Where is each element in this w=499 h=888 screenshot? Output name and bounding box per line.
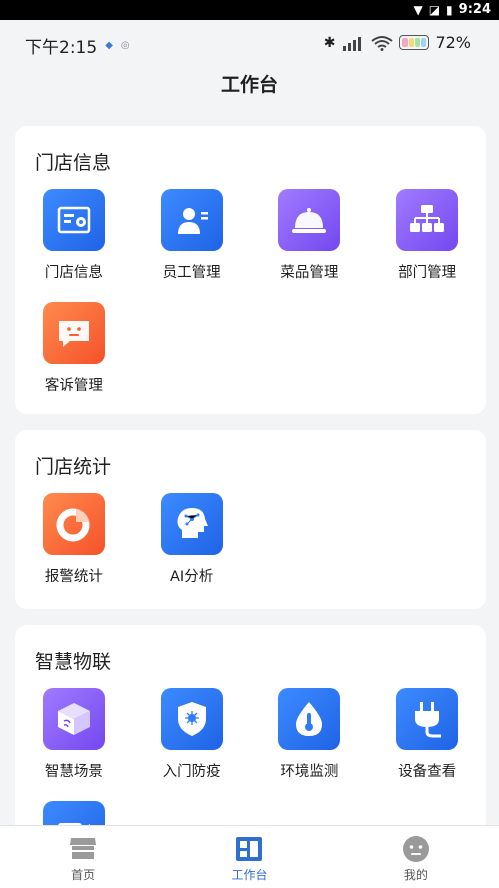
grid-item-label: 菜品管理 [280, 265, 339, 281]
grid-item-ai-analysis[interactable]: AI分析 [133, 493, 251, 586]
grid-item-label: 客诉管理 [44, 378, 103, 394]
employee-icon [177, 208, 208, 234]
nav-label: 我的 [403, 868, 428, 882]
wifi-icon: ▼ [413, 2, 423, 17]
grid-item-label: 门店信息 [44, 265, 103, 281]
grid-item-department[interactable]: 部门管理 [368, 189, 486, 282]
settings-dot-icon: ◎ [120, 40, 130, 51]
battery-indicator [399, 35, 430, 50]
notification-icon: ◆ [105, 40, 113, 51]
grid-item-label: 员工管理 [162, 265, 221, 281]
nav-label: 工作台 [231, 868, 268, 882]
pie-chart-icon [56, 508, 90, 542]
battery-percent: 72% [435, 33, 471, 52]
grid-item-label: 设备查看 [398, 764, 457, 780]
store-front-icon [70, 838, 97, 859]
grid-item-complaint[interactable]: 客诉管理 [15, 302, 133, 395]
section-title: 门店统计 [35, 456, 112, 478]
signal-icon [343, 36, 362, 51]
page-title: 工作台 [220, 74, 278, 96]
grid-item-alarm-stats[interactable]: 报警统计 [15, 493, 133, 586]
device-status-bar: 下午2:15 ◆ ◎ ✱ 72% [0, 20, 499, 66]
smart-box-icon [57, 703, 90, 735]
nav-label: 首页 [71, 868, 96, 882]
grid-item-smart-scene[interactable]: 智慧场景 [15, 688, 133, 781]
system-status-bar: ▼ ◪ ▮ 9:24 [0, 0, 499, 20]
grid-item-device-view[interactable]: 设备查看 [368, 688, 486, 781]
wifi-signal-icon [371, 35, 394, 51]
shield-virus-icon [177, 702, 206, 736]
thermometer-drop-icon [296, 702, 323, 736]
store-info-icon [57, 206, 91, 234]
section-title: 智慧物联 [35, 651, 112, 673]
workbench-icon [236, 837, 263, 861]
grid-item-label: 智慧场景 [44, 764, 103, 780]
battery-icon: ▮ [446, 2, 453, 17]
grid-item-label: 入门防疫 [162, 764, 221, 780]
plug-icon [415, 702, 442, 738]
status-time: 下午2:15 [25, 38, 98, 58]
section-card-store-info: 门店信息 门店信息 员工管理 菜品管理 部门管理 客诉管理 [15, 126, 486, 414]
grid-item-label: AI分析 [170, 569, 214, 585]
bottom-nav: 首页 工作台 我的 [0, 825, 499, 888]
nav-item-home[interactable]: 首页 [0, 826, 166, 888]
dish-cloche-icon [292, 208, 327, 233]
grid-item-label: 环境监测 [280, 764, 339, 780]
nav-item-workbench[interactable]: 工作台 [166, 826, 332, 888]
nav-item-mine[interactable]: 我的 [333, 826, 499, 888]
org-chart-icon [410, 205, 445, 232]
section-title: 门店信息 [35, 152, 112, 174]
ai-head-icon [177, 508, 208, 538]
grid-item-label: 报警统计 [44, 569, 103, 585]
section-card-store-stats: 门店统计 报警统计 AI分析 [15, 430, 486, 609]
grid-item-employee[interactable]: 员工管理 [133, 189, 251, 282]
bluetooth-icon: ✱ [323, 34, 336, 51]
face-icon [402, 836, 429, 862]
grid-item-entry-epidemic[interactable]: 入门防疫 [133, 688, 251, 781]
grid-item-environment-monitor[interactable]: 环境监测 [251, 688, 369, 781]
grid-item-dish[interactable]: 菜品管理 [251, 189, 369, 282]
complaint-icon [58, 321, 89, 347]
system-time: 9:24 [458, 2, 491, 17]
grid-item-store-info[interactable]: 门店信息 [15, 189, 133, 282]
grid-item-label: 部门管理 [398, 265, 457, 281]
no-sim-icon: ◪ [428, 2, 441, 17]
